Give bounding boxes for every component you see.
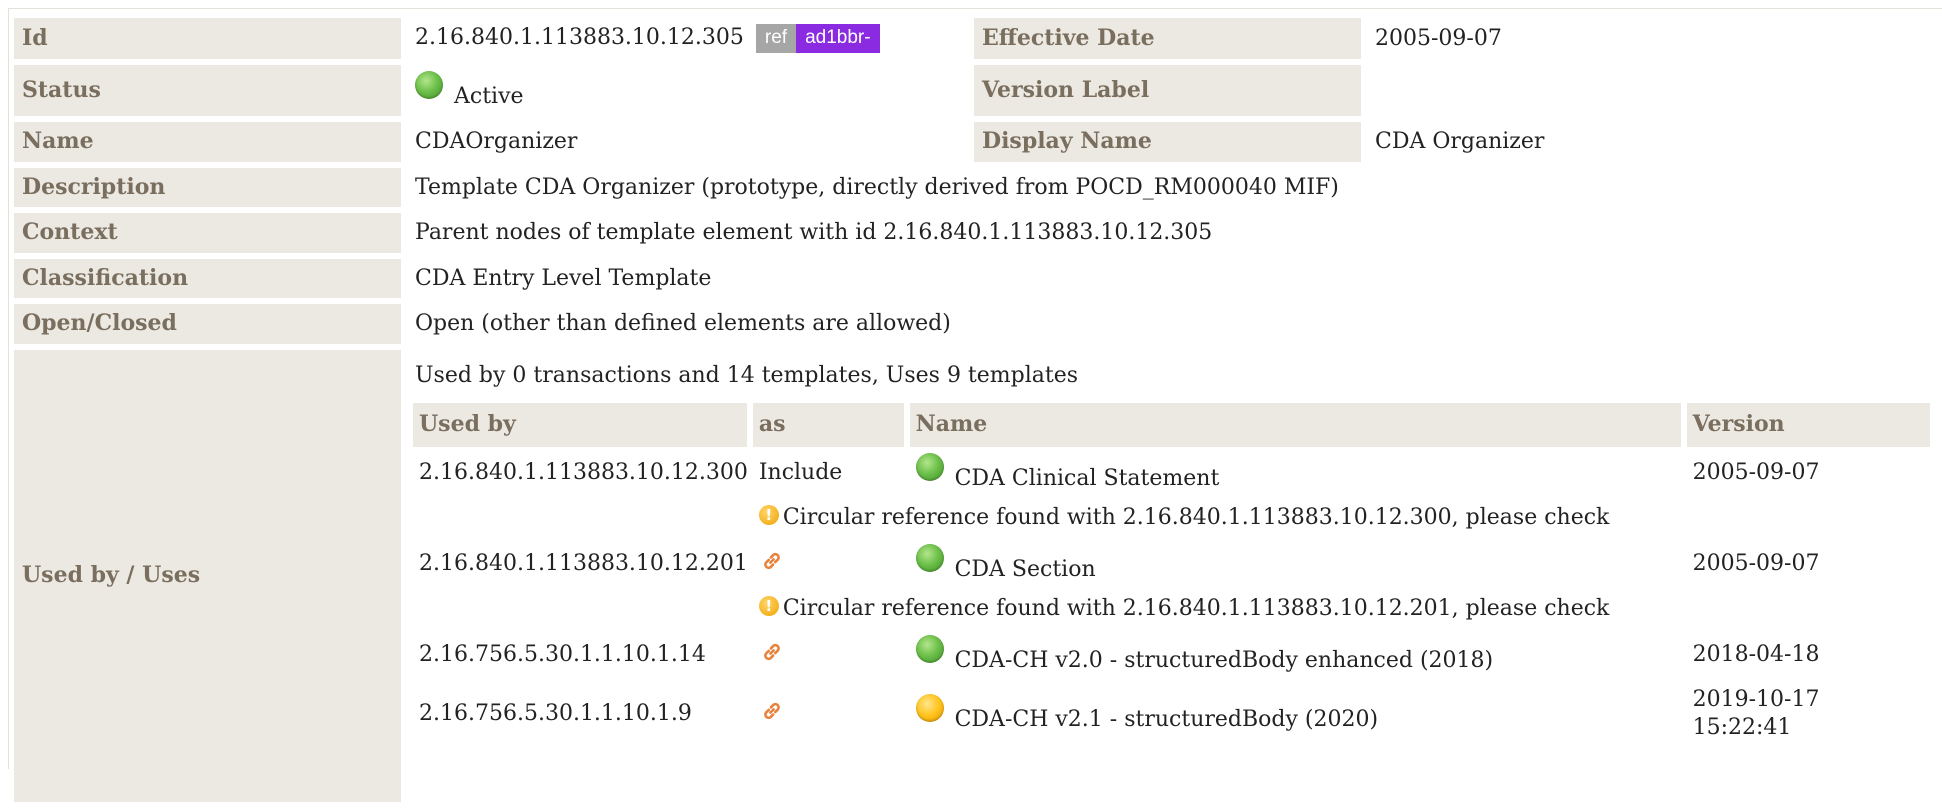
description-value: Template CDA Organizer (prototype, direc…: [407, 167, 1936, 208]
usage-as-cell: [753, 538, 904, 590]
usage-template-name[interactable]: CDA Section: [955, 557, 1096, 582]
link-icon[interactable]: [759, 639, 785, 665]
id-label: Id: [14, 18, 401, 59]
effective-date-value: 2005-09-07: [1367, 18, 1936, 59]
usage-as-cell: [753, 629, 904, 681]
status-active-icon: [915, 634, 944, 663]
usage-summary: Used by 0 transactions and 14 templates,…: [415, 362, 1079, 388]
version-label-value: [1367, 64, 1936, 117]
link-icon[interactable]: [759, 548, 785, 574]
usage-used-by-id: 2.16.756.5.30.1.1.10.1.9: [419, 701, 692, 727]
version-label-label: Version Label: [974, 64, 1361, 117]
context-label: Context: [14, 213, 401, 253]
usage-row: 2.16.840.1.113883.10.12.201 CDA Section …: [413, 538, 1930, 590]
usage-name-cell[interactable]: CDA Section: [910, 538, 1681, 590]
row-context: Context Parent nodes of template element…: [14, 213, 1936, 253]
usage-used-by-id: 2.16.756.5.30.1.1.10.1.14: [419, 641, 706, 667]
usage-version: 2005-09-07: [1692, 459, 1820, 485]
used-by-uses-cell: Used by 0 transactions and 14 templates,…: [407, 349, 1936, 802]
usage-row: 2.16.756.5.30.1.1.10.1.14 CDA-CH v2.0 - …: [413, 629, 1930, 681]
name-label: Name: [14, 122, 401, 162]
usage-warning-row: ! Circular reference found with 2.16.840.…: [413, 589, 1930, 629]
usage-template-name[interactable]: CDA-CH v2.0 - structuredBody enhanced (2…: [955, 648, 1494, 673]
usage-version-cell: 2019-10-17 15:22:41: [1687, 680, 1930, 747]
row-status: Status Active Version Label: [14, 64, 1936, 117]
usage-name-cell[interactable]: CDA-CH v2.0 - structuredBody enhanced (2…: [910, 629, 1681, 681]
col-header-as: as: [752, 403, 904, 447]
ref-badge[interactable]: ref: [755, 24, 797, 53]
project-badge[interactable]: ad1bbr-: [796, 24, 880, 53]
row-name: Name CDAOrganizer Display Name CDA Organ…: [14, 122, 1936, 162]
status-active-icon: [915, 543, 944, 572]
usage-header-row: Used by as Name Version: [413, 403, 1930, 447]
usage-row: 2.16.756.5.30.1.1.10.1.9 CDA-CH v2.1 - s…: [413, 680, 1930, 747]
id-value-cell: 2.16.840.1.113883.10.12.305 ref ad1bbr-: [407, 18, 968, 59]
status-draft-icon: [915, 694, 944, 723]
link-icon[interactable]: [759, 698, 785, 724]
row-used-by-uses: Used by / Uses Used by 0 transactions an…: [14, 349, 1936, 802]
display-name-value: CDA Organizer: [1367, 122, 1936, 162]
open-closed-label: Open/Closed: [14, 304, 401, 344]
usage-name-cell[interactable]: CDA Clinical Statement: [910, 447, 1681, 499]
classification-label: Classification: [14, 258, 401, 299]
usage-version-time: 15:22:41: [1692, 714, 1792, 740]
usage-table: Used by as Name Version 2.16.840.1.11388…: [407, 403, 1936, 747]
context-value: Parent nodes of template element with id…: [407, 213, 1936, 253]
col-header-name: Name: [909, 403, 1681, 447]
usage-template-name[interactable]: CDA-CH v2.1 - structuredBody (2020): [955, 707, 1378, 732]
row-id: Id 2.16.840.1.113883.10.12.305 ref ad1bbr…: [14, 18, 1936, 59]
status-label: Status: [14, 64, 401, 117]
usage-as-cell: [753, 680, 904, 747]
usage-warning-row: ! Circular reference found with 2.16.840.…: [413, 498, 1930, 538]
status-active-icon: [415, 70, 443, 99]
status-active-icon: [915, 452, 944, 481]
warning-icon: !: [758, 596, 779, 617]
usage-name-cell[interactable]: CDA-CH v2.1 - structuredBody (2020): [910, 680, 1681, 747]
used-by-uses-label: Used by / Uses: [14, 349, 401, 802]
description-label: Description: [14, 167, 401, 208]
classification-value: CDA Entry Level Template: [407, 258, 1936, 299]
usage-used-by-id: 2.16.840.1.113883.10.12.201: [419, 550, 748, 576]
usage-warning: ! Circular reference found with 2.16.840.…: [753, 498, 1930, 538]
usage-version-date: 2019-10-17: [1692, 687, 1820, 713]
usage-template-name[interactable]: CDA Clinical Statement: [955, 466, 1220, 491]
usage-warning: ! Circular reference found with 2.16.840.…: [753, 589, 1930, 629]
template-id: 2.16.840.1.113883.10.12.305: [415, 25, 744, 50]
template-details-table: Id 2.16.840.1.113883.10.12.305 ref ad1bbr…: [8, 12, 1942, 808]
usage-version: 2018-04-18: [1692, 641, 1820, 667]
effective-date-label: Effective Date: [974, 18, 1361, 59]
row-description: Description Template CDA Organizer (prot…: [14, 167, 1936, 208]
status-value-cell: Active: [407, 64, 968, 117]
col-header-version: Version: [1686, 403, 1930, 447]
usage-version: 2005-09-07: [1692, 550, 1820, 576]
name-value: CDAOrganizer: [407, 122, 968, 162]
col-header-used-by: Used by: [413, 403, 747, 447]
usage-as: Include: [758, 459, 843, 485]
status-value: Active: [454, 83, 524, 109]
display-name-label: Display Name: [974, 122, 1361, 162]
row-open-closed: Open/Closed Open (other than defined ele…: [14, 304, 1936, 344]
usage-row: 2.16.840.1.113883.10.12.300 Include CDA …: [413, 447, 1930, 499]
row-classification: Classification CDA Entry Level Template: [14, 258, 1936, 299]
warning-icon: !: [758, 505, 779, 526]
warning-text: Circular reference found with 2.16.840.1…: [782, 505, 1610, 531]
warning-text: Circular reference found with 2.16.840.1…: [782, 596, 1610, 622]
open-closed-value: Open (other than defined elements are al…: [407, 304, 1936, 344]
usage-used-by-id: 2.16.840.1.113883.10.12.300: [419, 459, 748, 485]
